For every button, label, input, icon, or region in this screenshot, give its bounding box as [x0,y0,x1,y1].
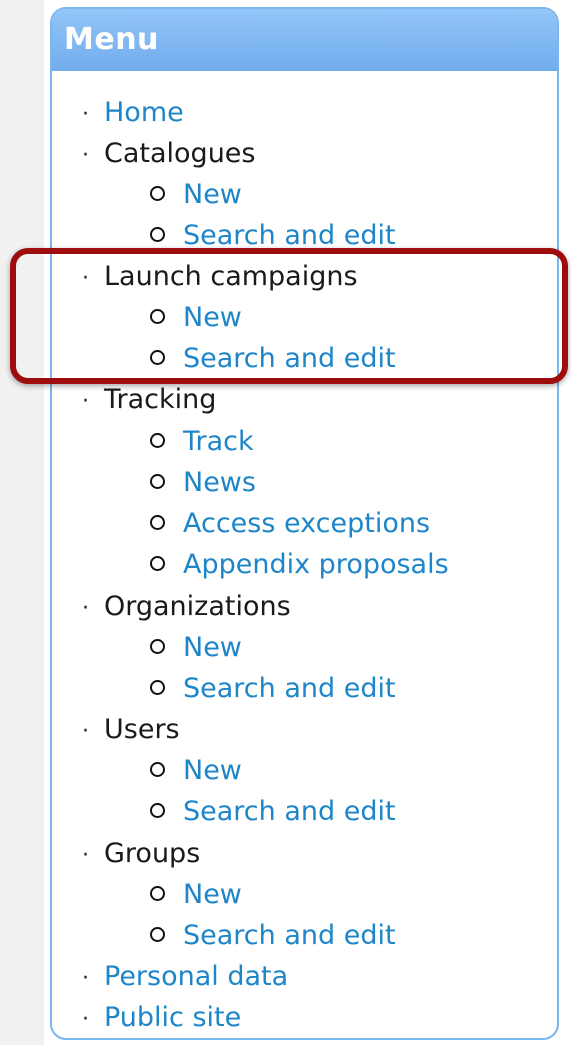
menu-section-catalogues: · Catalogues [82,136,255,172]
menu-section-groups: · Groups [82,836,200,872]
circle-bullet-icon [150,186,165,201]
menu-section-organizations: · Organizations [82,589,291,625]
circle-bullet-icon [150,927,165,942]
menu-item-catalogues-search[interactable]: Search and edit [150,218,396,254]
circle-bullet-icon [150,680,165,695]
circle-bullet-icon [150,309,165,324]
menu-item-tracking-news[interactable]: News [150,465,256,501]
menu-item-home-label[interactable]: Home [104,97,184,128]
circle-bullet-icon [150,639,165,654]
circle-bullet-icon [150,886,165,901]
menu-item-organizations-search-label[interactable]: Search and edit [183,673,396,704]
menu-item-home[interactable]: · Home [82,95,184,131]
circle-bullet-icon [150,227,165,242]
menu-item-public-site-label[interactable]: Public site [104,1002,241,1033]
menu-section-users-label: Users [104,714,180,745]
dash-bullet-icon: · [82,143,89,168]
menu-item-launch-campaigns-search-label[interactable]: Search and edit [183,343,396,374]
dash-bullet-icon: · [82,1007,89,1032]
menu-item-tracking-news-label[interactable]: News [183,467,256,498]
menu-item-organizations-new-label[interactable]: New [183,632,242,663]
menu-item-launch-campaigns-search[interactable]: Search and edit [150,341,396,377]
menu-item-catalogues-new[interactable]: New [150,177,242,213]
menu-item-catalogues-search-label[interactable]: Search and edit [183,220,396,251]
menu-item-tracking-track[interactable]: Track [150,424,254,460]
circle-bullet-icon [150,762,165,777]
menu-section-launch-campaigns-label: Launch campaigns [104,261,358,292]
menu-title: Menu [52,9,557,71]
menu-section-users: · Users [82,712,180,748]
menu-item-groups-new-label[interactable]: New [183,879,242,910]
menu-item-tracking-appendix-proposals[interactable]: Appendix proposals [150,547,449,583]
menu-item-personal-data-label[interactable]: Personal data [104,961,288,992]
menu-item-users-new-label[interactable]: New [183,755,242,786]
menu-item-tracking-track-label[interactable]: Track [183,426,254,457]
menu-item-groups-search-label[interactable]: Search and edit [183,920,396,951]
circle-bullet-icon [150,556,165,571]
menu-item-public-site[interactable]: · Public site [82,1000,241,1036]
dash-bullet-icon: · [82,266,89,291]
menu-item-organizations-new[interactable]: New [150,630,242,666]
menu-item-launch-campaigns-new-label[interactable]: New [183,302,242,333]
menu-section-tracking-label: Tracking [104,384,217,415]
menu-item-tracking-access-exceptions-label[interactable]: Access exceptions [183,508,430,539]
circle-bullet-icon [150,350,165,365]
menu-item-organizations-search[interactable]: Search and edit [150,671,396,707]
page-background-strip [0,0,44,1045]
menu-section-organizations-label: Organizations [104,591,291,622]
dash-bullet-icon: · [82,843,89,868]
dash-bullet-icon: · [82,966,89,991]
menu-section-tracking: · Tracking [82,382,216,418]
menu-item-tracking-access-exceptions[interactable]: Access exceptions [150,506,430,542]
menu-panel: Menu · Home · Catalogues New Search and ed… [50,7,559,1040]
menu-item-users-search-label[interactable]: Search and edit [183,796,396,827]
dash-bullet-icon: · [82,596,89,621]
menu-item-users-search[interactable]: Search and edit [150,794,396,830]
menu-item-users-new[interactable]: New [150,753,242,789]
circle-bullet-icon [150,803,165,818]
menu-item-tracking-appendix-proposals-label[interactable]: Appendix proposals [183,549,449,580]
menu-section-launch-campaigns: · Launch campaigns [82,259,358,295]
menu-section-groups-label: Groups [104,838,201,869]
circle-bullet-icon [150,515,165,530]
menu-item-groups-new[interactable]: New [150,877,242,913]
menu-item-launch-campaigns-new[interactable]: New [150,300,242,336]
circle-bullet-icon [150,474,165,489]
menu-section-catalogues-label: Catalogues [104,138,256,169]
dash-bullet-icon: · [82,102,89,127]
menu-item-personal-data[interactable]: · Personal data [82,959,288,995]
menu-item-groups-search[interactable]: Search and edit [150,918,396,954]
dash-bullet-icon: · [82,389,89,414]
circle-bullet-icon [150,433,165,448]
dash-bullet-icon: · [82,719,89,744]
menu-item-catalogues-new-label[interactable]: New [183,179,242,210]
